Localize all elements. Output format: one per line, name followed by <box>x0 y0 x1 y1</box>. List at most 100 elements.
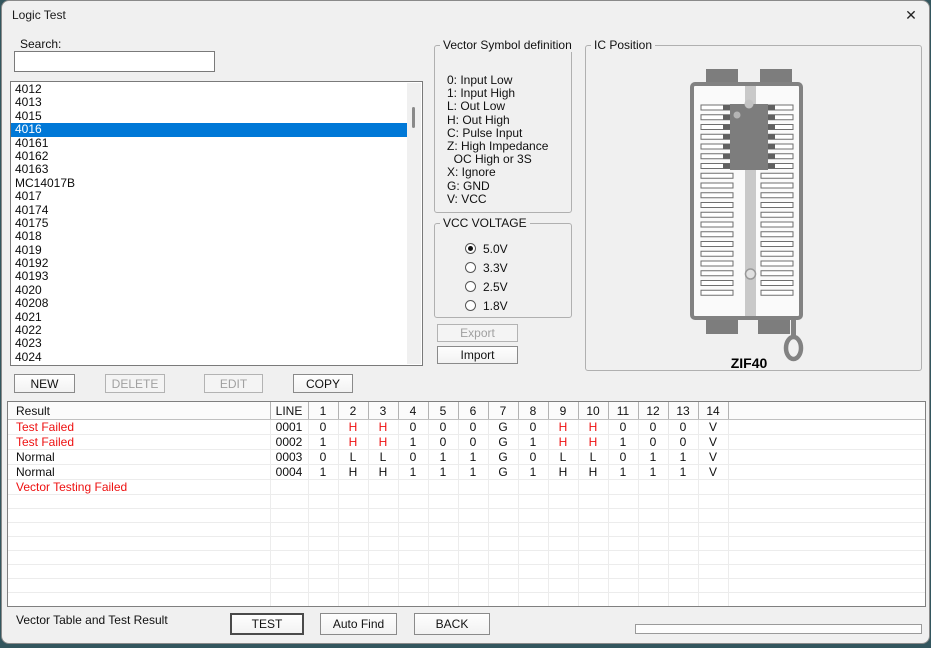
ic-list-item-4025[interactable]: 4025 <box>11 364 407 365</box>
pin-cell-2 <box>338 509 368 523</box>
pin-cell-7: G <box>488 450 518 465</box>
ic-list-item-4023[interactable]: 4023 <box>11 337 407 350</box>
pin-cell-3 <box>368 607 398 608</box>
search-input[interactable] <box>14 51 215 72</box>
pin-cell-4: 1 <box>398 465 428 480</box>
pin-cell-3 <box>368 495 398 509</box>
ic-list-item-4024[interactable]: 4024 <box>11 351 407 364</box>
ic-list-item-4018[interactable]: 4018 <box>11 230 407 243</box>
pin-cell-8: 0 <box>518 420 548 435</box>
vcc-option-3.3V[interactable]: 3.3V <box>465 258 571 277</box>
pin-cell-4: 0 <box>398 420 428 435</box>
pin-slot-left-12 <box>701 212 733 217</box>
ic-list-item-4021[interactable]: 4021 <box>11 311 407 324</box>
pin-cell-8 <box>518 537 548 551</box>
ic-list-item-4019[interactable]: 4019 <box>11 244 407 257</box>
vcc-option-1.8V[interactable]: 1.8V <box>465 296 571 315</box>
line-cell <box>270 480 308 495</box>
ic-list-item-4012[interactable]: 4012 <box>11 83 407 96</box>
filler-cell <box>728 420 925 435</box>
list-scrollbar-thumb[interactable] <box>412 107 415 128</box>
pin-cell-1: 1 <box>308 435 338 450</box>
pin-cell-11 <box>608 579 638 593</box>
line-cell <box>270 537 308 551</box>
pin-cell-14 <box>698 607 728 608</box>
pin-column-header-10: 10 <box>578 402 608 420</box>
pin-cell-3: H <box>368 465 398 480</box>
test-button[interactable]: TEST <box>230 613 304 635</box>
ic-list-item-40163[interactable]: 40163 <box>11 163 407 176</box>
pin-cell-7 <box>488 537 518 551</box>
result-row[interactable]: Test Failed00010HH000G0HH000V <box>8 420 925 435</box>
copy-button[interactable]: COPY <box>293 374 353 393</box>
pin-cell-8: 0 <box>518 450 548 465</box>
ic-list-item-40161[interactable]: 40161 <box>11 137 407 150</box>
line-cell <box>270 607 308 608</box>
vector-symbol-line: L: Out Low <box>447 100 569 113</box>
import-button[interactable]: Import <box>437 346 518 364</box>
pin-cell-1 <box>308 509 338 523</box>
ic-list-item-40175[interactable]: 40175 <box>11 217 407 230</box>
filler-cell <box>728 551 925 565</box>
vector-symbol-group-title: Vector Symbol definition <box>440 38 575 52</box>
pin-cell-1 <box>308 495 338 509</box>
ic-list-item-4017[interactable]: 4017 <box>11 190 407 203</box>
back-button[interactable]: BACK <box>414 613 490 635</box>
filler-cell <box>728 607 925 608</box>
list-scrollbar[interactable] <box>407 83 421 364</box>
pin-cell-1 <box>308 565 338 579</box>
vcc-option-2.5V[interactable]: 2.5V <box>465 277 571 296</box>
close-icon[interactable]: ✕ <box>901 5 921 25</box>
chip-leg-left-7 <box>723 164 731 169</box>
new-button[interactable]: NEW <box>14 374 75 393</box>
empty-row <box>8 593 925 607</box>
pin-cell-13 <box>668 551 698 565</box>
radio-icon <box>465 262 476 273</box>
pin-cell-11 <box>608 495 638 509</box>
ic-list-item-4015[interactable]: 4015 <box>11 110 407 123</box>
pin-cell-4 <box>398 607 428 608</box>
pin-cell-11 <box>608 537 638 551</box>
pin-cell-3 <box>368 480 398 495</box>
pin-cell-5 <box>428 551 458 565</box>
socket-lever-handle <box>786 337 801 359</box>
pin-cell-13 <box>668 593 698 607</box>
ic-list-item-40174[interactable]: 40174 <box>11 204 407 217</box>
ic-list-item-40192[interactable]: 40192 <box>11 257 407 270</box>
pin-cell-12 <box>638 607 668 608</box>
auto-find-button[interactable]: Auto Find <box>320 613 397 635</box>
pin-column-header-9: 9 <box>548 402 578 420</box>
empty-row <box>8 607 925 608</box>
radio-label: 5.0V <box>483 242 508 256</box>
pin-cell-1: 0 <box>308 450 338 465</box>
ic-list-item-MC14017B[interactable]: MC14017B <box>11 177 407 190</box>
result-row[interactable]: Normal00030LL011G0LL011V <box>8 450 925 465</box>
zif-socket-illustration: ZIF40 <box>586 46 921 370</box>
result-cell <box>8 593 270 607</box>
pin-cell-13: 0 <box>668 435 698 450</box>
result-row[interactable]: Normal00041HH111G1HH111V <box>8 465 925 480</box>
pin-cell-14 <box>698 480 728 495</box>
ic-list-item-4016[interactable]: 4016 <box>11 123 407 136</box>
pin-cell-6 <box>458 509 488 523</box>
pin-cell-11 <box>608 509 638 523</box>
ic-list-item-4020[interactable]: 4020 <box>11 284 407 297</box>
result-row[interactable]: Test Failed00021HH100G1HH100V <box>8 435 925 450</box>
pin-slot-left-11 <box>701 203 733 208</box>
pin-cell-11: 0 <box>608 420 638 435</box>
result-row[interactable]: Vector Testing Failed <box>8 480 925 495</box>
pin-column-header-13: 13 <box>668 402 698 420</box>
pin-column-header-1: 1 <box>308 402 338 420</box>
ic-list-item-40162[interactable]: 40162 <box>11 150 407 163</box>
ic-list-item-40193[interactable]: 40193 <box>11 270 407 283</box>
edit-button: EDIT <box>204 374 263 393</box>
ic-list-item-40208[interactable]: 40208 <box>11 297 407 310</box>
ic-list-item-4022[interactable]: 4022 <box>11 324 407 337</box>
result-column-header: Result <box>8 402 270 420</box>
pin-cell-10 <box>578 495 608 509</box>
pin-cell-1 <box>308 593 338 607</box>
radio-label: 3.3V <box>483 261 508 275</box>
vcc-option-5.0V[interactable]: 5.0V <box>465 239 571 258</box>
ic-list-item-4013[interactable]: 4013 <box>11 96 407 109</box>
pin-cell-6: 1 <box>458 465 488 480</box>
